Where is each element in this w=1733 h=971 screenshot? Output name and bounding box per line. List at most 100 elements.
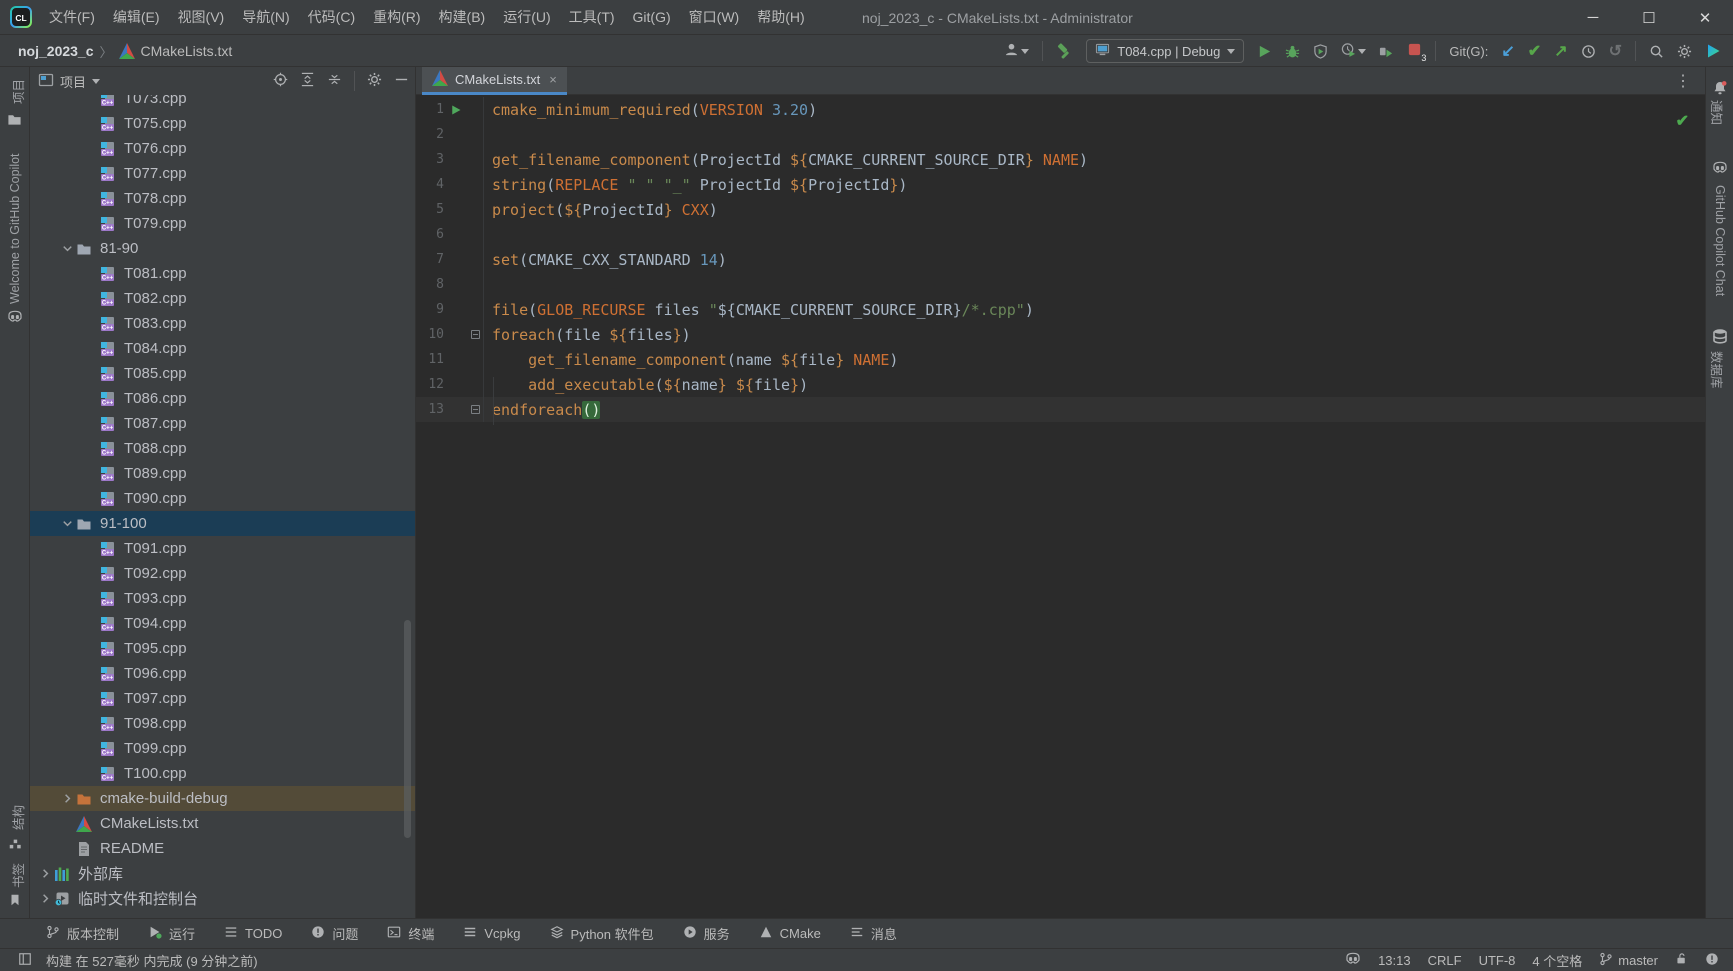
git-history-icon[interactable]	[1581, 44, 1596, 59]
panel-settings-gear-icon[interactable]	[367, 72, 382, 90]
tree-file-row[interactable]: C++T083.cpp	[30, 311, 415, 336]
tree-file-row[interactable]: C++T088.cpp	[30, 436, 415, 461]
menu-item[interactable]: 编辑(E)	[104, 3, 169, 31]
chevron-right-icon[interactable]	[36, 866, 54, 881]
tree-file-row[interactable]: C++T095.cpp	[30, 636, 415, 661]
tree-folder-row[interactable]: 91-100	[30, 511, 415, 536]
git-menu-label[interactable]: Git(G):	[1449, 44, 1488, 59]
tool-window-button-服务[interactable]: 服务	[683, 924, 730, 943]
code-line[interactable]: 4string(REPLACE " " "_" ProjectId ${Proj…	[416, 172, 1705, 197]
code-line[interactable]: 7set(CMAKE_CXX_STANDARD 14)	[416, 247, 1705, 272]
tool-button-copilot-welcome[interactable]: Welcome to GitHub Copilot	[8, 153, 22, 304]
tool-window-button-终端[interactable]: 终端	[387, 924, 434, 943]
tool-button-copilot-chat[interactable]: GitHub Copilot Chat	[1713, 185, 1727, 296]
fold-marker-icon[interactable]	[467, 322, 484, 347]
build-status-text[interactable]: 构建 在 527毫秒 内完成 (9 分钟之前)	[46, 951, 258, 970]
tree-file-row[interactable]: C++T086.cpp	[30, 386, 415, 411]
status-item-unlock[interactable]	[1675, 952, 1688, 968]
run-button[interactable]	[1257, 44, 1272, 59]
git-commit-icon[interactable]: ✔	[1528, 41, 1541, 61]
tree-file-row[interactable]: CMakeLists.txt	[30, 811, 415, 836]
tree-file-row[interactable]: C++T084.cpp	[30, 336, 415, 361]
tab-cmakelists[interactable]: CMakeLists.txt ×	[422, 67, 567, 95]
code-line[interactable]: 1cmake_minimum_required(VERSION 3.20)	[416, 97, 1705, 122]
tree-file-row[interactable]: C++T087.cpp	[30, 411, 415, 436]
code-line[interactable]: 6	[416, 222, 1705, 247]
copilot-icon[interactable]	[7, 309, 23, 328]
build-hammer-icon[interactable]	[1056, 43, 1073, 60]
menu-item[interactable]: 窗口(W)	[680, 3, 749, 31]
profiler-button[interactable]	[1341, 42, 1366, 60]
tree-file-row[interactable]: C++T076.cpp	[30, 136, 415, 161]
code-line[interactable]: 5project(${ProjectId} CXX)	[416, 197, 1705, 222]
maximize-button[interactable]: ☐	[1621, 0, 1677, 35]
menu-item[interactable]: 导航(N)	[233, 3, 298, 31]
fold-marker-icon[interactable]	[467, 397, 484, 422]
code-line[interactable]: 11 get_filename_component(name ${file} N…	[416, 347, 1705, 372]
tree-file-row[interactable]: C++T094.cpp	[30, 611, 415, 636]
tree-file-row[interactable]: C++T079.cpp	[30, 211, 415, 236]
tree-file-row[interactable]: C++T099.cpp	[30, 736, 415, 761]
tool-window-button-问题[interactable]: 问题	[311, 924, 358, 943]
code-editor[interactable]: 1cmake_minimum_required(VERSION 3.20)23g…	[416, 95, 1705, 918]
tree-file-row[interactable]: C++T081.cpp	[30, 261, 415, 286]
stop-button[interactable]: 3	[1407, 42, 1422, 60]
status-item-13:13[interactable]: 13:13	[1378, 953, 1411, 968]
structure-icon[interactable]	[8, 837, 22, 854]
tool-window-button-消息[interactable]: 消息	[850, 924, 897, 943]
menu-item[interactable]: 重构(R)	[364, 3, 429, 31]
git-push-icon[interactable]: ↗	[1554, 41, 1567, 61]
attach-process-button[interactable]	[1379, 44, 1394, 59]
status-item-error[interactable]	[1705, 952, 1719, 969]
tool-window-button-运行[interactable]: 运行	[148, 924, 195, 943]
code-line[interactable]: 2	[416, 122, 1705, 147]
tool-button-structure[interactable]: 结构	[8, 805, 27, 830]
menu-item[interactable]: 帮助(H)	[748, 3, 813, 31]
tree-file-row[interactable]: C++T090.cpp	[30, 486, 415, 511]
close-button[interactable]: ✕	[1677, 0, 1733, 35]
copilot-chat-icon[interactable]	[1712, 160, 1728, 179]
plugin-logo-icon[interactable]	[1705, 43, 1721, 59]
breadcrumb-file[interactable]: CMakeLists.txt	[141, 43, 233, 59]
collapse-all-icon[interactable]	[327, 72, 342, 90]
menu-item[interactable]: 代码(C)	[299, 3, 364, 31]
search-everywhere-icon[interactable]	[1649, 44, 1664, 59]
bookmark-icon[interactable]	[8, 893, 22, 910]
tree-file-row[interactable]: C++T097.cpp	[30, 686, 415, 711]
status-item-UTF-8[interactable]: UTF-8	[1479, 953, 1516, 968]
code-line[interactable]: 9file(GLOB_RECURSE files "${CMAKE_CURREN…	[416, 297, 1705, 322]
run-coverage-button[interactable]	[1313, 44, 1328, 59]
tool-window-button-python-软件包[interactable]: Python 软件包	[550, 924, 654, 943]
code-line[interactable]: 12 add_executable(${name} ${file})	[416, 372, 1705, 397]
tool-window-button-版本控制[interactable]: 版本控制	[46, 924, 119, 943]
tree-file-row[interactable]: C++T096.cpp	[30, 661, 415, 686]
code-line[interactable]: 3get_filename_component(ProjectId ${CMAK…	[416, 147, 1705, 172]
tree-file-row[interactable]: C++T089.cpp	[30, 461, 415, 486]
tool-button-database[interactable]: 数据库	[1708, 351, 1727, 389]
tool-window-button-todo[interactable]: TODO	[224, 925, 282, 942]
tree-file-row[interactable]: C++T093.cpp	[30, 586, 415, 611]
settings-gear-icon[interactable]	[1677, 44, 1692, 59]
tool-button-project[interactable]: 项目	[8, 79, 27, 104]
project-folder-icon[interactable]	[7, 112, 22, 130]
git-rollback-icon[interactable]: ↺	[1609, 41, 1622, 61]
run-config-selector[interactable]: T084.cpp | Debug	[1086, 39, 1244, 63]
tree-file-row[interactable]: C++T098.cpp	[30, 711, 415, 736]
tool-window-button-vcpkg[interactable]: Vcpkg	[463, 925, 520, 942]
tree-scrollbar[interactable]	[404, 620, 411, 838]
project-panel-title[interactable]: 项目	[60, 72, 86, 91]
layout-restore-icon[interactable]	[18, 952, 32, 969]
database-icon[interactable]	[1712, 328, 1728, 347]
locate-file-icon[interactable]	[273, 72, 288, 90]
expand-all-icon[interactable]	[300, 72, 315, 90]
menu-item[interactable]: 运行(U)	[494, 3, 559, 31]
tree-file-row[interactable]: C++T100.cpp	[30, 761, 415, 786]
status-item-master[interactable]: master	[1599, 952, 1658, 969]
chevron-right-icon[interactable]	[58, 791, 76, 806]
status-item-4-个空格[interactable]: 4 个空格	[1532, 951, 1582, 970]
tree-file-row[interactable]: C++T078.cpp	[30, 186, 415, 211]
git-update-icon[interactable]: ↙	[1501, 41, 1514, 61]
tree-file-row[interactable]: C++T077.cpp	[30, 161, 415, 186]
tree-folder-row[interactable]: 81-90	[30, 236, 415, 261]
chevron-down-icon[interactable]	[92, 79, 100, 84]
